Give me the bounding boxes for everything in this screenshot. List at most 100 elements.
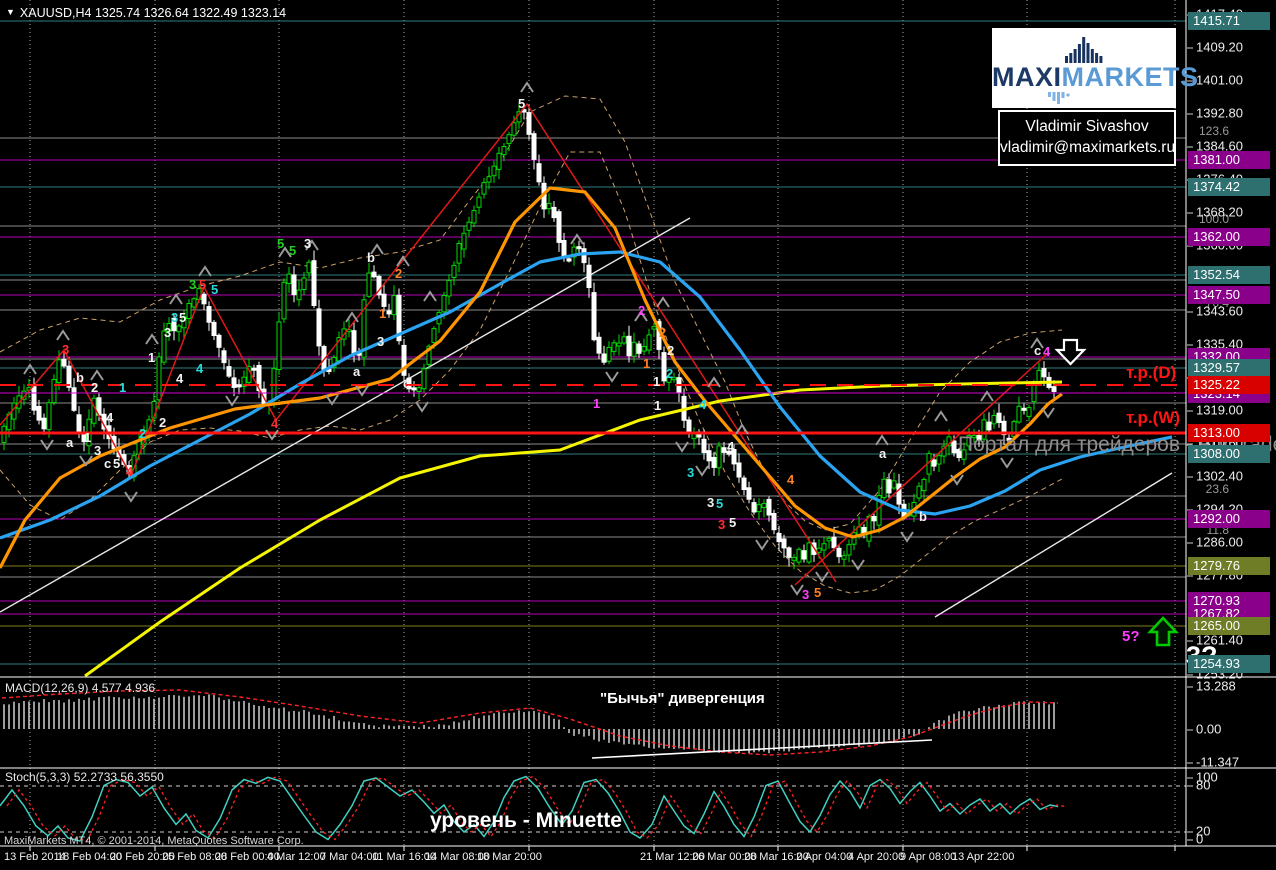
candle-body — [591, 292, 597, 341]
candle-body — [841, 555, 847, 560]
candle-body — [831, 536, 837, 549]
fractal-up-icon — [278, 246, 292, 258]
price-tick: 1401.00 — [1187, 72, 1243, 88]
candle-body — [556, 211, 562, 243]
fractal-up-icon — [345, 311, 359, 323]
time-axis[interactable]: 13 Feb 2014 18 Feb 04:00 20 Feb 20:00 25 Fe… — [0, 847, 1276, 870]
candle-body — [186, 303, 192, 319]
time-axis-label: 2 Apr 04:00 — [796, 851, 853, 863]
mt4-chart-window[interactable]: ▼ XAUUSD,H4 1325.74 1326.64 1322.49 1323.… — [0, 0, 1276, 870]
candle-body — [551, 206, 557, 219]
candle-body — [446, 280, 452, 297]
candle-body — [611, 342, 617, 352]
candle-body — [31, 386, 37, 411]
candle-body — [896, 483, 902, 505]
minuette-annotation: уровень - Minuette — [430, 809, 622, 832]
candle-body — [381, 293, 387, 307]
candle-body — [351, 330, 357, 356]
candle-body — [961, 449, 967, 460]
candle-body — [526, 112, 532, 135]
candle-body — [996, 412, 1002, 424]
fractal-up-icon — [656, 296, 670, 308]
white-trendline[interactable] — [934, 472, 1173, 618]
red-trendline[interactable] — [0, 102, 837, 583]
candle-body — [651, 326, 657, 330]
price-tick: 1392.80 — [1187, 105, 1243, 121]
candle-body — [936, 455, 942, 465]
candle-body — [201, 293, 207, 305]
candle-body — [721, 447, 727, 453]
price-tick: 1343.60 — [1187, 303, 1243, 319]
time-axis-label: 18 Mar 20:00 — [477, 851, 542, 863]
candle-body — [471, 210, 477, 224]
stoch-scale-tick: 80 — [1186, 777, 1211, 793]
candle-body — [391, 295, 397, 316]
candle-body — [971, 435, 977, 439]
candle-body — [921, 479, 927, 492]
candle-body — [956, 449, 962, 458]
candle-body — [1051, 386, 1057, 393]
price-axis[interactable]: 1417.401409.201401.001392.801384.601376.… — [1186, 0, 1276, 847]
candle-body — [36, 406, 42, 421]
time-axis-label: 13 Apr 22:00 — [952, 851, 1015, 863]
fractal-down-icon — [605, 371, 619, 383]
candle-body — [481, 182, 487, 195]
up-arrow-icon[interactable] — [1147, 616, 1179, 647]
candle-body — [41, 417, 47, 430]
candle-body — [546, 202, 552, 210]
candle-body — [366, 272, 372, 297]
down-arrow-icon[interactable] — [1054, 338, 1087, 366]
stoch-scale-tick: 0 — [1186, 831, 1204, 847]
candle-body — [726, 450, 732, 455]
candle-body — [736, 462, 742, 478]
candle-body — [466, 221, 472, 231]
candle-body — [476, 196, 482, 208]
price-tick: 1319.00 — [1187, 402, 1243, 418]
price-badge-magenta: 1362.00 — [1188, 228, 1270, 246]
candle-body — [286, 273, 292, 285]
fractal-up-icon — [520, 81, 534, 93]
candle-body — [1036, 369, 1042, 383]
candle-body — [461, 232, 467, 250]
candle-body — [236, 384, 242, 388]
divergence-trendline[interactable] — [591, 739, 933, 759]
candle-body — [976, 435, 982, 442]
candle-body — [536, 163, 542, 183]
candle-body — [1041, 368, 1047, 378]
candle-body — [1021, 407, 1027, 411]
candle-body — [46, 402, 52, 431]
candle-body — [821, 543, 827, 551]
divergence-annotation: "Бычья" дивергенция — [600, 690, 765, 707]
price-badge-teal: 1329.57 — [1188, 359, 1270, 377]
price-badge-red: 1325.22 — [1188, 376, 1270, 394]
candle-body — [301, 277, 307, 290]
fractal-down-icon — [225, 395, 239, 407]
chart-canvas[interactable] — [0, 0, 1276, 870]
candle-body — [806, 542, 812, 563]
candle-body — [731, 449, 737, 465]
candle-body — [986, 421, 992, 431]
price-tick: 1302.40 — [1187, 468, 1243, 484]
price-tick: 1368.20 — [1187, 204, 1243, 220]
fractal-down-icon — [755, 539, 769, 551]
candle-body — [601, 353, 607, 363]
candle-body — [786, 547, 792, 558]
candle-body — [666, 376, 672, 383]
candle-body — [641, 346, 647, 352]
candle-body — [251, 367, 257, 371]
fractal-up-icon — [169, 293, 183, 305]
candle-body — [501, 146, 507, 156]
candle-body — [596, 336, 602, 354]
candle-body — [671, 377, 677, 381]
candle-body — [281, 281, 287, 320]
candle-body — [276, 321, 282, 370]
candle-body — [616, 342, 622, 347]
macd-plot — [1, 689, 1059, 759]
candle-body — [1016, 405, 1022, 423]
price-badge-red: 1313.00 — [1188, 424, 1270, 442]
candle-body — [456, 243, 462, 264]
candle-body — [576, 246, 582, 250]
candle-body — [71, 387, 77, 411]
candle-body — [531, 133, 537, 160]
candle-body — [416, 387, 422, 392]
